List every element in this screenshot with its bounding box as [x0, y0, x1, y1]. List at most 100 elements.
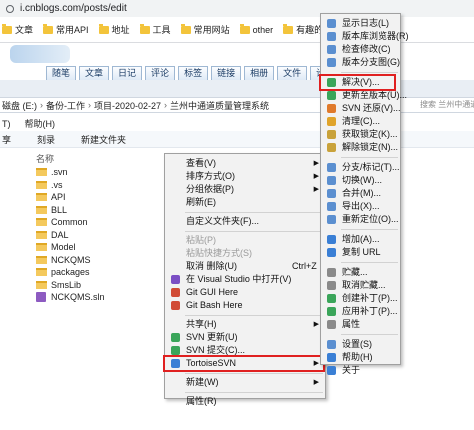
file-row[interactable]: BLL [36, 204, 105, 217]
bookmark-item[interactable]: 文章 [2, 23, 33, 36]
file-row[interactable]: NCKQMS [36, 254, 105, 267]
menu-item-label: 增加(A)... [342, 234, 380, 244]
menu-item-icon [327, 117, 336, 126]
file-row[interactable]: SmsLib [36, 279, 105, 292]
menu-item[interactable]: 分支/标记(T)... [321, 161, 400, 174]
menu-item-label: 排序方式(O) [186, 171, 235, 181]
blog-tab[interactable]: 日记 [112, 66, 143, 80]
file-row[interactable]: NCKQMS.sln [36, 291, 105, 304]
command-button[interactable]: 新建文件夹 [81, 133, 126, 146]
menu-item[interactable]: 新建(W) ▶ [165, 376, 325, 389]
menu-item[interactable]: 版本库浏览器(R) [321, 30, 409, 43]
file-row[interactable]: .vs [36, 179, 105, 192]
menu-item[interactable]: 增加(A)... [321, 233, 400, 246]
menu-item-icon [327, 143, 336, 152]
menu-item[interactable]: 获取锁定(K)... [321, 128, 400, 141]
menu-item[interactable]: Git Bash Here [165, 299, 325, 312]
menu-item[interactable]: 复制 URL [321, 246, 400, 259]
bookmark-item[interactable]: 常用API [43, 23, 89, 36]
menu-item[interactable]: 在 Visual Studio 中打开(V) [165, 273, 325, 286]
bookmark-item[interactable]: other [239, 23, 274, 35]
folder-icon [36, 218, 47, 227]
navigation-pane[interactable] [0, 148, 30, 430]
menu-item[interactable]: 解除锁定(N)... [321, 141, 400, 154]
menu-item[interactable]: SVN 还原(V)... [321, 102, 401, 115]
menu-item-label: 分支/标记(T)... [342, 162, 400, 172]
file-row[interactable]: API [36, 191, 105, 204]
file-row[interactable]: Model [36, 241, 105, 254]
menubar-item[interactable]: 帮助(H) [25, 117, 56, 130]
chevron-right-icon[interactable]: › [164, 100, 167, 110]
menu-item-label: 版本分支图(G) [342, 57, 400, 67]
menu-item[interactable]: 贮藏... [321, 266, 400, 279]
column-header-name[interactable]: 名称 [36, 152, 54, 165]
menu-item[interactable]: 共享(H) ▶ [165, 318, 325, 331]
file-row[interactable]: .svn [36, 166, 105, 179]
menu-item[interactable]: SVN 更新(U) [165, 331, 325, 344]
command-button[interactable]: 享 [2, 133, 11, 146]
menu-item[interactable]: Git GUI Here [165, 286, 325, 299]
bookmark-item[interactable]: 常用网站 [180, 23, 230, 36]
menu-item[interactable]: 显示日志(L) [321, 17, 400, 30]
blog-tab[interactable]: 链接 [211, 66, 242, 80]
bookmark-label: other [252, 24, 274, 35]
file-name: Model [51, 242, 76, 253]
file-row[interactable]: packages [36, 266, 105, 279]
chevron-right-icon[interactable]: › [88, 100, 91, 110]
menu-item[interactable]: 创建补丁(P)... [321, 292, 400, 305]
menu-item-icon [327, 215, 336, 224]
menu-item[interactable]: 取消贮藏... [321, 279, 400, 292]
menu-item[interactable]: 排序方式(O) ▶ [165, 170, 325, 183]
folder-icon [98, 23, 109, 34]
menu-item[interactable]: 版本分支图(G) [321, 56, 400, 69]
file-row[interactable]: DAL [36, 229, 105, 242]
menu-item[interactable]: 设置(S) [321, 338, 400, 351]
address-segment[interactable]: 磁盘 (E:) [2, 99, 37, 112]
blog-tab[interactable]: 评论 [145, 66, 176, 80]
address-segment[interactable]: 项目-2020-02-27 [94, 99, 161, 112]
menu-item[interactable]: 重新定位(O)... [321, 213, 400, 226]
menu-item[interactable]: 分组依据(P) ▶ [165, 183, 325, 196]
blog-tab[interactable]: 随笔 [46, 66, 77, 80]
menu-item-label: 自定义文件夹(F)... [186, 216, 259, 226]
bookmark-item[interactable]: 有趣的 [283, 23, 323, 36]
browser-address-bar[interactable]: i.cnblogs.com/posts/edit [0, 0, 474, 17]
site-info-icon[interactable] [6, 4, 14, 13]
menu-item[interactable]: 查看(V) ▶ [165, 157, 325, 170]
bookmark-item[interactable]: 地址 [98, 23, 130, 36]
bookmark-label: 常用API [56, 25, 89, 35]
address-segment[interactable]: 兰州中通道质量管理系统 [170, 99, 269, 112]
menu-item-icon [327, 235, 336, 244]
folder-icon [36, 268, 47, 277]
command-button[interactable]: 刻录 [37, 133, 55, 146]
menu-item-icon [327, 32, 336, 41]
blog-tab[interactable]: 文章 [79, 66, 110, 80]
menu-item[interactable]: 导出(X)... [321, 200, 400, 213]
menu-item[interactable]: 合并(M)... [321, 187, 400, 200]
folder-icon [43, 23, 54, 34]
menubar-item[interactable]: T) [2, 119, 11, 129]
menu-item[interactable]: 检查修改(C) [321, 43, 400, 56]
menu-item[interactable]: 属性 [321, 318, 400, 331]
menu-item[interactable]: 属性(R) [165, 395, 325, 408]
blog-tab[interactable]: 相册 [244, 66, 275, 80]
menu-item[interactable]: 刷新(E) [165, 196, 325, 209]
menu-item[interactable]: 清理(C)... [321, 115, 400, 128]
blog-tab[interactable]: 标签 [178, 66, 209, 80]
file-row[interactable]: Common [36, 216, 105, 229]
address-segment[interactable]: 备份-工作 [46, 99, 85, 112]
chevron-right-icon[interactable]: › [40, 100, 43, 110]
menu-item[interactable]: 切换(W)... [321, 174, 400, 187]
menu-item[interactable]: 取消 删除(U) Ctrl+Z [165, 260, 325, 273]
menu-item-icon [171, 288, 180, 297]
menu-separator [185, 231, 323, 232]
menu-item[interactable]: 帮助(H) [321, 351, 400, 364]
bookmark-item[interactable]: 工具 [139, 23, 171, 36]
menu-item[interactable]: 自定义文件夹(F)... [165, 215, 325, 228]
explorer-search-box[interactable]: 搜索 兰州中通道 [420, 98, 474, 112]
menu-item[interactable]: 应用补丁(P)... [321, 305, 400, 318]
menu-item-icon [327, 45, 336, 54]
menu-item[interactable]: 关于 [321, 364, 400, 377]
url-text[interactable]: i.cnblogs.com/posts/edit [20, 3, 127, 14]
blog-tab[interactable]: 文件 [277, 66, 308, 80]
